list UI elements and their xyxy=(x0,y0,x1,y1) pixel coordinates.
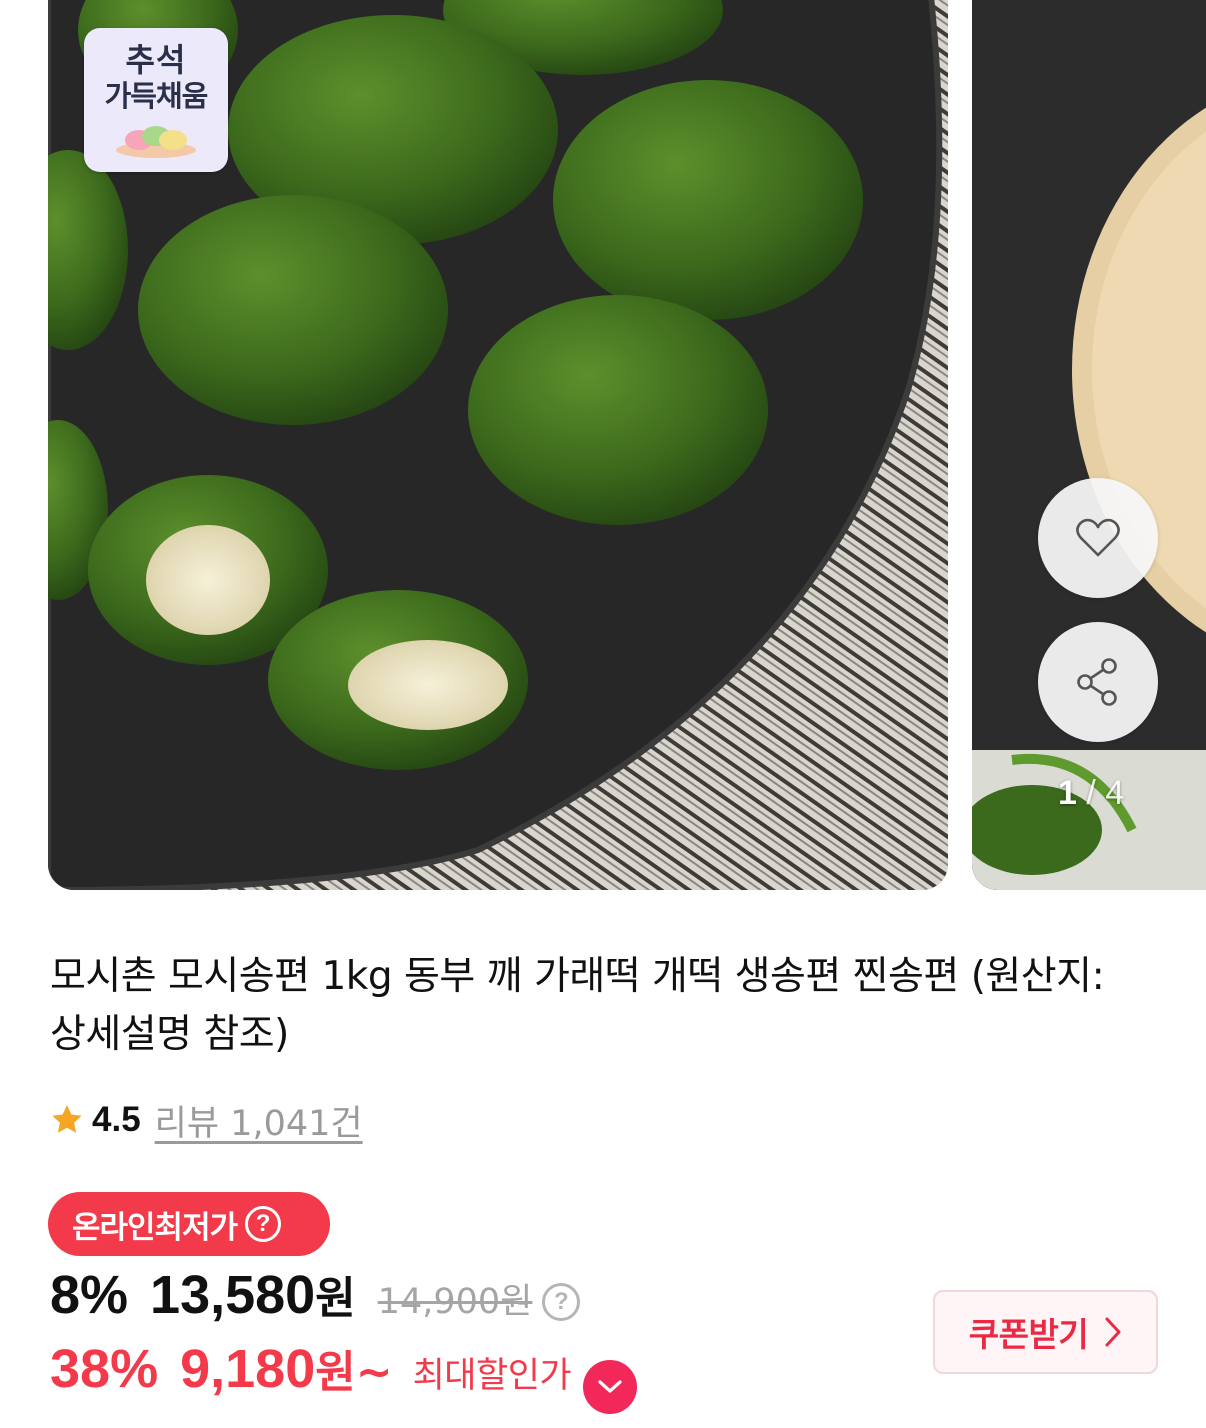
rice-cake-icon xyxy=(116,126,196,158)
lowest-price-badge[interactable]: 온라인최저가 ? xyxy=(48,1192,330,1256)
chevron-down-icon xyxy=(598,1380,622,1393)
share-icon xyxy=(1077,658,1117,706)
lowest-price-label: 온라인최저가 xyxy=(72,1209,238,1246)
sale-price-row: 8% 13,580 원 14,900원 ? xyxy=(50,1262,581,1330)
price-info-question-icon[interactable]: ? xyxy=(542,1283,581,1321)
coupon-label: 쿠폰받기 xyxy=(968,1315,1089,1354)
sale-price: 13,580 xyxy=(150,1265,316,1325)
star-icon xyxy=(52,1105,82,1133)
heart-icon xyxy=(1076,518,1120,557)
rating-row: 4.5 리뷰 1,041건 xyxy=(50,1096,363,1144)
badge-line1: 추석 xyxy=(125,41,187,79)
max-discount-rate: 38% xyxy=(50,1339,159,1399)
image-counter-current: 1 xyxy=(1058,774,1077,812)
wishlist-button[interactable] xyxy=(1038,478,1158,598)
discount-rate: 8% xyxy=(50,1265,129,1325)
share-button[interactable] xyxy=(1038,622,1158,742)
next-photo xyxy=(972,0,1206,890)
sale-price-unit: 원 xyxy=(315,1273,356,1324)
max-discount-unit: 원~ xyxy=(315,1347,393,1398)
coupon-button[interactable]: 쿠폰받기 xyxy=(933,1290,1158,1374)
chuseok-badge: 추석 가득채움 xyxy=(84,28,228,172)
max-discount-label: 최대할인가 xyxy=(412,1356,572,1396)
review-count-link[interactable]: 리뷰 1,041건 xyxy=(155,1095,363,1146)
chevron-right-icon xyxy=(1105,1317,1121,1347)
max-discount-expand-button[interactable] xyxy=(583,1360,638,1414)
product-title: 모시촌 모시송편 1kg 동부 깨 가래떡 개떡 생송편 찐송편 (원산지: 상… xyxy=(50,954,1105,1057)
image-counter: 1 / 4 xyxy=(1058,774,1124,813)
product-image-next[interactable] xyxy=(972,0,1206,890)
max-discount-row: 38% 9,180 원~ 최대할인가 xyxy=(50,1336,638,1414)
badge-line2: 가득채움 xyxy=(104,79,209,113)
product-image-gallery[interactable]: 추석 가득채움 1 / 4 xyxy=(0,0,1206,892)
rating-score: 4.5 xyxy=(92,1100,141,1139)
original-price: 14,900원 xyxy=(377,1282,533,1322)
question-icon: ? xyxy=(245,1206,282,1242)
image-counter-sep: / xyxy=(1076,774,1106,812)
image-counter-total: 4 xyxy=(1105,774,1125,812)
max-discount-price: 9,180 xyxy=(180,1339,316,1399)
